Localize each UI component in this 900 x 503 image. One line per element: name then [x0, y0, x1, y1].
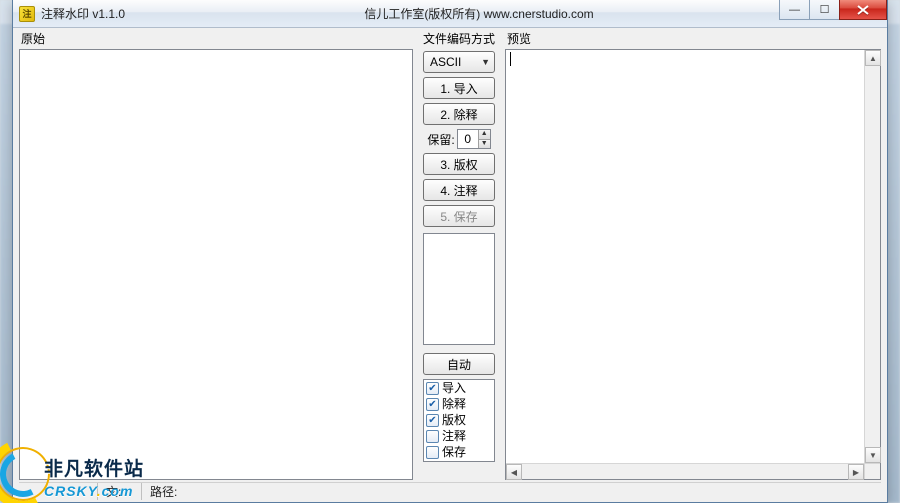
save-button[interactable]: 5. 保存	[423, 205, 495, 227]
keep-spinner[interactable]: 0 ▲ ▼	[457, 129, 491, 149]
scroll-left-button[interactable]: ◀	[506, 464, 522, 480]
annotate-button[interactable]: 4. 注释	[423, 179, 495, 201]
maximize-button[interactable]: ☐	[809, 0, 839, 20]
check-label: 导入	[442, 381, 466, 396]
check-label: 除释	[442, 397, 466, 412]
status-cell-count: 文:	[97, 483, 133, 500]
encoding-label: 文件编码方式	[417, 30, 501, 47]
original-label: 原始	[21, 30, 413, 47]
check-remove[interactable]: 除释	[426, 397, 492, 412]
scroll-up-button[interactable]: ▲	[865, 50, 881, 66]
horizontal-scrollbar[interactable]: ◀ ▶	[506, 463, 864, 479]
minimize-button[interactable]: —	[779, 0, 809, 20]
preview-label: 预览	[507, 30, 881, 47]
spinner-down-button[interactable]: ▼	[478, 140, 490, 149]
preview-textbox[interactable]: ▲ ▼ ◀ ▶	[505, 49, 881, 480]
checkbox-icon	[426, 430, 439, 443]
chevron-down-icon: ▼	[481, 57, 490, 67]
window-controls: — ☐	[779, 0, 887, 20]
encoding-combobox[interactable]: ASCII ▼	[423, 51, 495, 73]
scroll-right-button[interactable]: ▶	[848, 464, 864, 480]
keep-row: 保留: 0 ▲ ▼	[419, 129, 499, 149]
status-cell-path: 路径:	[141, 483, 201, 500]
window-title: 注释水印 v1.1.0	[41, 5, 211, 22]
check-annotate[interactable]: 注释	[426, 429, 492, 444]
checkbox-icon	[426, 414, 439, 427]
close-icon	[857, 5, 869, 15]
check-label: 版权	[442, 413, 466, 428]
original-textbox[interactable]	[19, 49, 413, 480]
close-button[interactable]	[839, 0, 887, 20]
checkbox-icon	[426, 398, 439, 411]
auto-button[interactable]: 自动	[423, 353, 495, 375]
check-import[interactable]: 导入	[426, 381, 492, 396]
checklist: 导入 除释 版权 注释 保存	[423, 379, 495, 462]
client-area: 原始 文件编码方式 ASCII ▼ 1. 导入 2. 除释 保留: 0 ▲ ▼	[19, 30, 881, 480]
spinner-up-button[interactable]: ▲	[478, 130, 490, 140]
encoding-value: ASCII	[430, 55, 461, 69]
checkbox-icon	[426, 446, 439, 459]
original-panel: 原始	[19, 30, 413, 480]
keep-label: 保留:	[427, 131, 454, 148]
check-save[interactable]: 保存	[426, 445, 492, 460]
main-window: 注 注释水印 v1.1.0 信儿工作室(版权所有) www.cnerstudio…	[12, 0, 888, 503]
vertical-scrollbar[interactable]: ▲ ▼	[864, 50, 880, 463]
text-caret	[510, 52, 511, 66]
check-copyright[interactable]: 版权	[426, 413, 492, 428]
preview-panel: 预览 ▲ ▼ ◀ ▶	[505, 30, 881, 480]
check-label: 保存	[442, 445, 466, 460]
import-button[interactable]: 1. 导入	[423, 77, 495, 99]
scroll-down-button[interactable]: ▼	[865, 447, 881, 463]
keep-value: 0	[458, 130, 478, 148]
mid-listbox[interactable]	[423, 233, 495, 345]
titlebar[interactable]: 注 注释水印 v1.1.0 信儿工作室(版权所有) www.cnerstudio…	[13, 0, 887, 28]
scroll-corner	[864, 463, 880, 479]
status-cell-1	[19, 483, 89, 500]
control-panel: 文件编码方式 ASCII ▼ 1. 导入 2. 除释 保留: 0 ▲ ▼ 3. …	[417, 30, 501, 480]
app-icon: 注	[19, 6, 35, 22]
status-bar: 文: 路径:	[19, 482, 881, 500]
check-label: 注释	[442, 429, 466, 444]
remove-comment-button[interactable]: 2. 除释	[423, 103, 495, 125]
copyright-button[interactable]: 3. 版权	[423, 153, 495, 175]
checkbox-icon	[426, 382, 439, 395]
